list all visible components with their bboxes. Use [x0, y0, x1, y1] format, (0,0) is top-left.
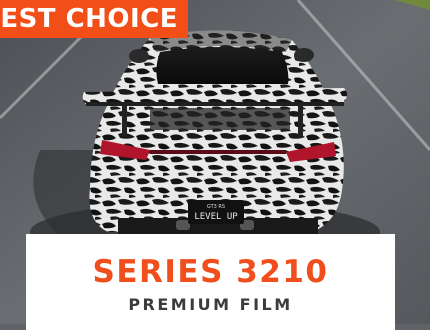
- product-card: SERIES 3210 PREMIUM FILM: [26, 234, 395, 330]
- plate-small-text: GT3 RS: [207, 204, 225, 210]
- mirror-right: [294, 48, 314, 62]
- product-subtitle: PREMIUM FILM: [128, 295, 293, 314]
- best-choice-badge: BEST CHOICE: [0, 0, 188, 38]
- product-title: SERIES 3210: [92, 254, 329, 290]
- wing-edge: [86, 102, 344, 106]
- mirror-left: [129, 49, 149, 63]
- engine-grille: [150, 108, 290, 130]
- wing-strut-right: [298, 104, 303, 138]
- wing-strut-left: [122, 106, 127, 136]
- plate-main-text: LEVEL UP: [194, 212, 238, 222]
- badge-text: BEST CHOICE: [0, 4, 179, 34]
- light-bar: [150, 150, 286, 154]
- rear-window: [156, 47, 289, 84]
- exhaust-left: [176, 220, 190, 230]
